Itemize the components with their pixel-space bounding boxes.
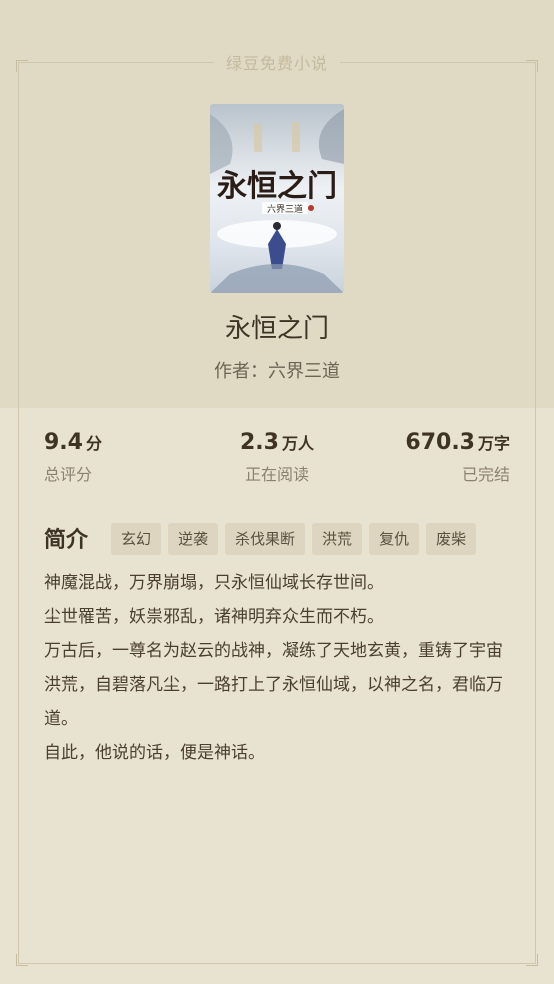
intro-paragraph: 万古后，一尊名为赵云的战神，凝练了天地玄黄，重铸了宇宙洪荒，自碧落凡尘，一路打上… xyxy=(44,641,503,729)
tag-list: 玄幻 逆袭 杀伐果断 洪荒 复仇 废柴 xyxy=(111,523,477,555)
frame-corner xyxy=(526,954,538,966)
tag-fuchou[interactable]: 复仇 xyxy=(369,523,420,555)
stat-rating: 9.4 分 总评分 xyxy=(44,430,102,485)
book-cover[interactable]: 永恒之门 六界三道 xyxy=(210,104,344,293)
stat-unit: 万字 xyxy=(477,434,510,453)
cover-title: 永恒之门 xyxy=(217,169,337,204)
tag-honghuang[interactable]: 洪荒 xyxy=(312,523,363,555)
frame-corner xyxy=(16,954,28,966)
intro-text: 神魔混战，万界崩塌，只永恒仙域长存世间。 尘世罹苦，妖祟邪乱，诸神明弃众生而不朽… xyxy=(44,566,514,770)
book-author: 作者：六界三道 xyxy=(214,361,340,382)
stat-word-count: 670.3 万字 已完结 xyxy=(405,430,510,485)
stat-readers: 2.3 万人 正在阅读 xyxy=(200,430,354,485)
intro-heading: 简介 xyxy=(44,528,89,553)
book-title: 永恒之门 xyxy=(224,314,329,344)
stat-value: 670.3 xyxy=(405,430,475,455)
tag-shafa[interactable]: 杀伐果断 xyxy=(225,523,306,555)
stat-label: 总评分 xyxy=(44,465,93,484)
tag-xuanhuan[interactable]: 玄幻 xyxy=(111,523,162,555)
intro-paragraph: 自此，他说的话，便是神话。 xyxy=(44,743,265,763)
intro-paragraph: 神魔混战，万界崩塌，只永恒仙域长存世间。 xyxy=(44,573,384,593)
stat-label: 已完结 xyxy=(461,465,510,484)
stat-value: 2.3 xyxy=(240,430,279,455)
tag-feichai[interactable]: 废柴 xyxy=(426,523,477,555)
stat-unit: 分 xyxy=(85,434,102,453)
stat-value: 9.4 xyxy=(44,430,83,455)
intro-paragraph: 尘世罹苦，妖祟邪乱，诸神明弃众生而不朽。 xyxy=(44,607,384,627)
brand-title: 绿豆免费小说 xyxy=(0,50,554,74)
stat-unit: 万人 xyxy=(281,434,314,453)
cover-author: 六界三道 xyxy=(267,203,303,215)
tag-nixi[interactable]: 逆袭 xyxy=(168,523,219,555)
stat-label: 正在阅读 xyxy=(244,465,309,484)
